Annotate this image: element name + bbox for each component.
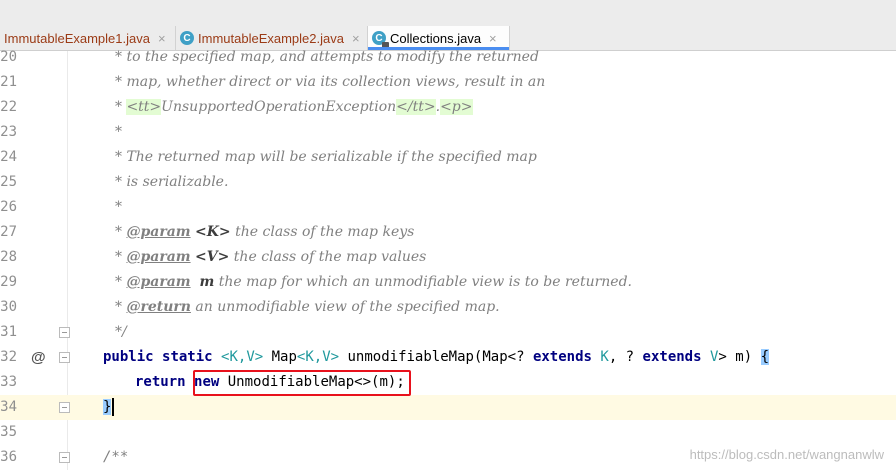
text-caret	[112, 398, 115, 416]
line-number: 25	[0, 174, 17, 190]
line-number: 32	[0, 349, 17, 365]
override-marker-icon[interactable]: @	[31, 345, 46, 370]
code-line: 24 * The returned map will be serializab…	[0, 145, 896, 170]
javadoc-text: *	[115, 249, 127, 265]
comment-text: /**	[103, 449, 129, 465]
type-param: V	[701, 349, 719, 365]
tab-label: Collections.java	[390, 30, 482, 46]
javadoc-text: *	[115, 199, 122, 215]
watermark: https://blog.csdn.net/wangnanwlw	[689, 447, 884, 462]
code-text: > m)	[718, 349, 761, 365]
javadoc-text: * map, whether direct or via its collect…	[115, 74, 546, 90]
line-number: 36	[0, 449, 17, 465]
locked-class-icon: C	[372, 31, 389, 48]
line-number: 24	[0, 149, 17, 165]
keyword: extends	[532, 349, 592, 365]
javadoc-text: *	[115, 274, 127, 290]
fold-toggle-icon[interactable]	[59, 402, 70, 413]
code-line: 25 * is serializable.	[0, 170, 896, 195]
java-class-icon: C	[180, 31, 194, 45]
javadoc-text: *	[115, 224, 127, 240]
javadoc-tag: @param	[126, 274, 191, 290]
fold-toggle-icon[interactable]	[59, 327, 70, 338]
code-line: 23 *	[0, 120, 896, 145]
html-tag: <p>	[440, 99, 473, 115]
code-line: 27 * @param <K> the class of the map key…	[0, 220, 896, 245]
code-line: 33 return new UnmodifiableMap<>(m);	[0, 370, 896, 395]
close-icon[interactable]: ×	[489, 31, 497, 46]
code-line: 20 * to the specified map, and attempts …	[0, 45, 896, 70]
code-text: Map	[263, 349, 297, 365]
type-param: <K,V>	[221, 349, 264, 365]
javadoc-text: the class of the map values	[229, 249, 427, 265]
line-number: 35	[0, 424, 17, 440]
javadoc-text: */	[115, 324, 127, 340]
javadoc-text: the class of the map keys	[230, 224, 415, 240]
javadoc-text: *	[115, 99, 127, 115]
javadoc-param: m	[199, 274, 215, 290]
keyword: return	[135, 374, 186, 390]
code-line: 31 */	[0, 320, 896, 345]
code-line: 30 * @return an unmodifiable view of the…	[0, 295, 896, 320]
fold-toggle-icon[interactable]	[59, 452, 70, 463]
line-number: 27	[0, 224, 17, 240]
keyword: public	[103, 349, 154, 365]
window-top-bar	[0, 0, 896, 27]
matched-brace: }	[103, 399, 112, 415]
javadoc-text: *	[115, 124, 122, 140]
matched-brace: {	[760, 349, 769, 365]
close-icon[interactable]: ×	[352, 31, 360, 46]
javadoc-text: *	[115, 299, 127, 315]
tab-label: ImmutableExample1.java	[4, 30, 150, 46]
close-icon[interactable]: ×	[158, 31, 166, 46]
code-line: 21 * map, whether direct or via its coll…	[0, 70, 896, 95]
fold-toggle-icon[interactable]	[59, 352, 70, 363]
javadoc-tag: @param	[126, 249, 191, 265]
code-line: 22 * <tt>UnsupportedOperationException</…	[0, 95, 896, 120]
javadoc-tag: @return	[126, 299, 191, 315]
javadoc-text: * to the specified map, and attempts to …	[115, 49, 539, 65]
javadoc-text: UnsupportedOperationException	[161, 99, 397, 115]
line-number: 31	[0, 324, 17, 340]
javadoc-param: <V>	[195, 249, 230, 265]
line-number: 21	[0, 74, 17, 90]
type-param: K	[591, 349, 609, 365]
line-number: 28	[0, 249, 17, 265]
line-number: 34	[0, 399, 17, 415]
javadoc-tag: @param	[126, 224, 191, 240]
line-number: 22	[0, 99, 17, 115]
red-highlight-annotation	[193, 370, 411, 396]
code-line: 28 * @param <V> the class of the map val…	[0, 245, 896, 270]
html-tag: </tt>	[396, 99, 436, 115]
javadoc-text: * is serializable.	[115, 174, 229, 190]
html-tag: <tt>	[126, 99, 162, 115]
code-text: unmodifiableMap(Map<?	[339, 349, 533, 365]
line-number: 23	[0, 124, 17, 140]
tab-label: ImmutableExample2.java	[198, 30, 344, 46]
code-line: 26 *	[0, 195, 896, 220]
keyword: static	[162, 349, 213, 365]
code-text: , ?	[608, 349, 643, 365]
line-number: 30	[0, 299, 17, 315]
line-number: 33	[0, 374, 17, 390]
line-number: 29	[0, 274, 17, 290]
javadoc-text: an unmodifiable view of the specified ma…	[190, 299, 500, 315]
javadoc-text: * The returned map will be serializable …	[115, 149, 537, 165]
keyword: extends	[642, 349, 702, 365]
code-editor[interactable]: 20 * to the specified map, and attempts …	[0, 49, 896, 470]
code-line: 29 * @param m the map for which an unmod…	[0, 270, 896, 295]
javadoc-text: the map for which an unmodifiable view i…	[214, 274, 633, 290]
line-number: 26	[0, 199, 17, 215]
code-line: 35	[0, 420, 896, 445]
line-number: 20	[0, 49, 17, 65]
type-param: <K,V>	[296, 349, 340, 365]
code-line: 32 @ public static <K,V> Map<K,V> unmodi…	[0, 345, 896, 370]
javadoc-param: <K>	[195, 224, 231, 240]
current-code-line: 34 }	[0, 395, 896, 420]
